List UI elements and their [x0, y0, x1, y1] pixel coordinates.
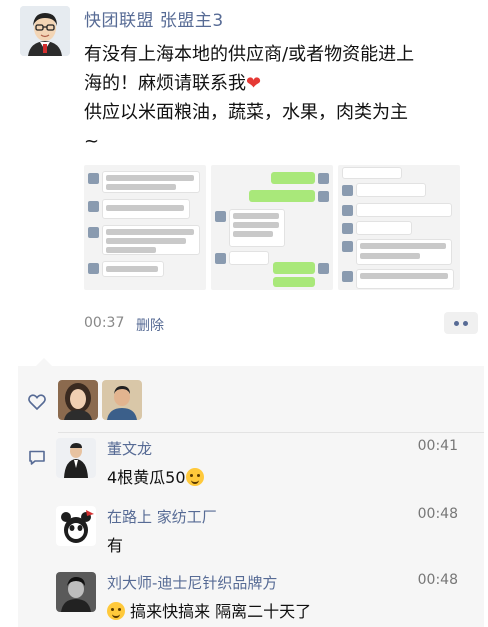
comment-icon [29, 450, 45, 465]
dot-icon [463, 320, 468, 326]
post-line-with-heart: 海的！麻烦请联系我❤ [84, 69, 480, 98]
comment-text-value: 4根黄瓜50 [107, 468, 186, 487]
comment-text: 有 [107, 536, 124, 555]
comment-text: 搞来快搞来 隔离二十天了 [107, 598, 311, 622]
comment-time: 00:48 [417, 506, 458, 522]
post-timestamp: 00:37 [84, 315, 125, 331]
comment-text: 4根黄瓜50 [107, 464, 204, 488]
laughing-emoji-icon [185, 468, 204, 486]
post-line: 海的！麻烦请联系我 [84, 73, 246, 94]
divider [58, 432, 484, 433]
author-avatar[interactable] [20, 6, 70, 56]
post-line: 有没有上海本地的供应商/或者物资能进上 [84, 44, 415, 65]
post-image-3[interactable] [338, 165, 460, 290]
post-text: 有没有上海本地的供应商/或者物资能进上 海的！麻烦请联系我❤ 供应以米面粮油，蔬… [84, 40, 480, 156]
commenter-name[interactable]: 董文龙 [107, 438, 152, 459]
post-image-1[interactable] [84, 165, 206, 290]
post-author-name[interactable]: 快团联盟 张盟主3 [84, 6, 224, 31]
commenter-avatar[interactable] [56, 438, 96, 478]
heart-icon: ❤ [246, 73, 262, 94]
post-image-2[interactable] [211, 165, 333, 290]
like-avatar-woman[interactable] [58, 380, 98, 420]
comment-time: 00:41 [417, 438, 458, 454]
commenter-avatar[interactable] [56, 506, 96, 546]
commenter-name[interactable]: 在路上 家纺工厂 [107, 506, 217, 527]
heart-outline-icon [28, 394, 46, 410]
crying-emoji-icon [107, 602, 125, 620]
more-options-button[interactable] [444, 312, 478, 334]
comment-time: 00:48 [417, 572, 458, 588]
comment-text-value: 搞来快搞来 隔离二十天了 [130, 602, 312, 621]
comments-panel: 董文龙 00:41 4根黄瓜50 在路上 家纺工厂 00:48 有 刘大师-迪士… [18, 358, 484, 627]
dot-icon [454, 320, 459, 326]
delete-link[interactable]: 删除 [136, 315, 164, 335]
post-line: ~ [84, 131, 100, 152]
commenter-avatar[interactable] [56, 572, 96, 612]
like-avatar-man[interactable] [102, 380, 142, 420]
post-line: 供应以米面粮油，蔬菜，水果，肉类为主 [84, 102, 408, 123]
commenter-name[interactable]: 刘大师-迪士尼针织品牌方 [107, 572, 277, 593]
